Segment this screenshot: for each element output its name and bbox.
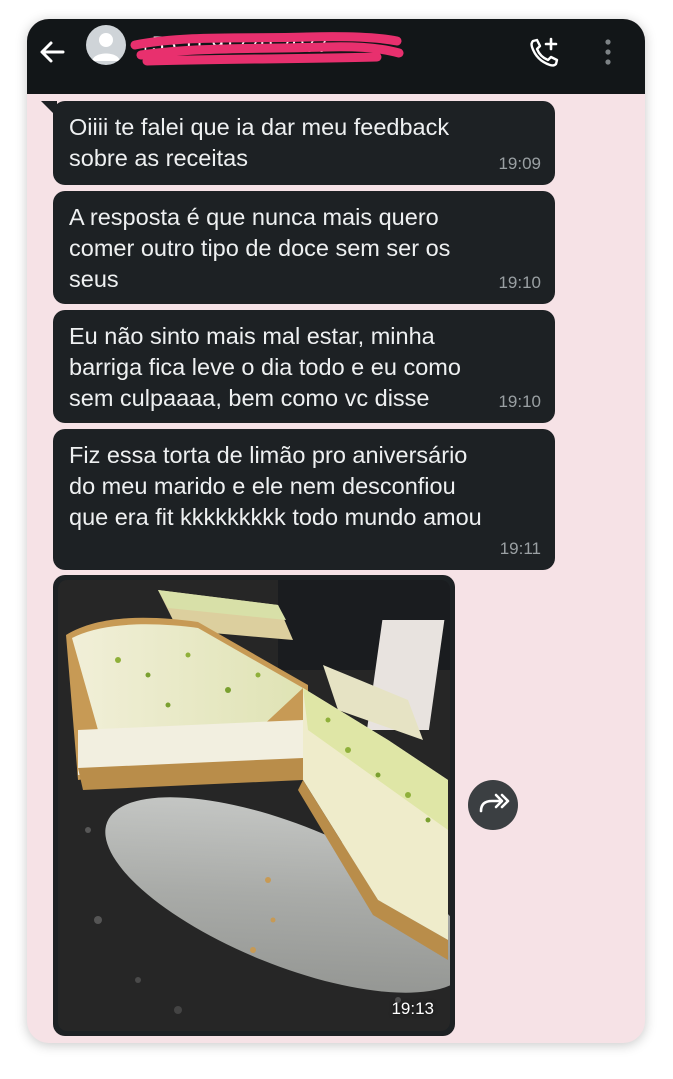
phone-plus-icon[interactable] [526,35,562,71]
message-time: 19:09 [498,154,541,173]
lime-pie-image [58,580,450,1031]
message-time: 19:10 [498,392,541,411]
message-time: 19:13 [391,999,434,1018]
message-text: A resposta é que nunca mais quero comer … [69,204,451,292]
person-icon [92,33,120,61]
bubble-tail [41,101,57,117]
arrow-left-icon[interactable] [37,37,67,67]
message-text: Eu não sinto mais mal estar, minha barri… [69,323,461,411]
message-bubble[interactable]: Oiiii te falei que ia dar meu feedback s… [41,101,555,185]
photo-message[interactable]: 19:13 [53,575,455,1036]
chat-screen: +55 11 91770-7077 Oiiii te falei que ia … [27,19,645,1043]
message-bubble[interactable]: Eu não sinto mais mal estar, minha barri… [53,310,555,423]
message-bubble[interactable]: A resposta é que nunca mais quero comer … [53,191,555,304]
forward-button[interactable] [468,780,518,830]
lime-pie-photo[interactable]: 19:13 [58,580,450,1031]
avatar[interactable] [86,25,126,65]
message-text: Oiiii te falei que ia dar meu feedback s… [69,114,450,171]
forward-icon [479,793,510,813]
message-time: 19:11 [499,539,541,558]
message-time: 19:10 [498,273,541,292]
message-bubble[interactable]: Fiz essa torta de limão pro aniversário … [53,429,555,570]
message-text: Fiz essa torta de limão pro aniversário … [69,442,482,530]
chat-header: +55 11 91770-7077 [27,19,645,94]
more-vertical-icon[interactable] [601,37,615,67]
redaction-scribble [130,32,404,66]
